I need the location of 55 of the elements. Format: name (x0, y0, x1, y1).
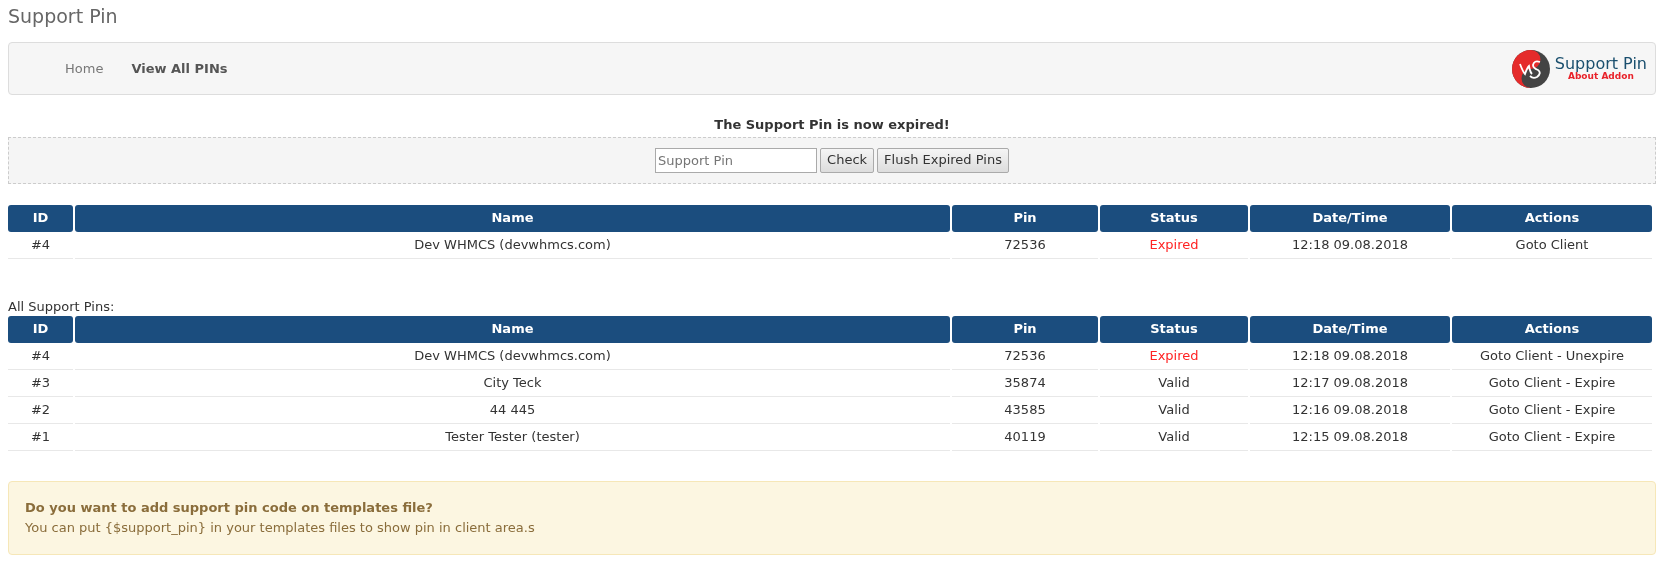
actions-cell[interactable]: Goto Client - Expire (1452, 369, 1652, 397)
column-header: ID (8, 315, 73, 343)
column-header: Name (75, 204, 950, 232)
name-cell: Tester Tester (tester) (75, 423, 950, 451)
pin-cell: 72536 (952, 231, 1098, 259)
name-cell: 44 445 (75, 396, 950, 424)
pin-cell: 40119 (952, 423, 1098, 451)
datetime-cell: 12:18 09.08.2018 (1250, 342, 1450, 370)
column-header: Pin (952, 315, 1098, 343)
id-cell: #4 (8, 342, 73, 370)
logo-icon (1510, 48, 1551, 89)
datetime-cell: 12:18 09.08.2018 (1250, 231, 1450, 259)
column-header: Name (75, 315, 950, 343)
nav-link[interactable]: View All PINs (117, 58, 242, 79)
status-cell: Valid (1100, 369, 1248, 397)
column-header: Date/Time (1250, 315, 1450, 343)
actions-cell[interactable]: Goto Client - Unexpire (1452, 342, 1652, 370)
pin-cell: 72536 (952, 342, 1098, 370)
check-button[interactable]: Check (820, 147, 875, 173)
nav-link[interactable]: Home (51, 58, 118, 79)
column-header: Pin (952, 204, 1098, 232)
status-cell: Expired (1100, 342, 1248, 370)
actions-cell[interactable]: Goto Client (1452, 231, 1652, 259)
actions-cell[interactable]: Goto Client - Expire (1452, 423, 1652, 451)
logo-title: Support Pin (1554, 56, 1647, 72)
about-link[interactable]: About Addon (1554, 72, 1647, 81)
pin-cell: 43585 (952, 396, 1098, 424)
notice-title: Do you want to add support pin code on templates file? (25, 499, 433, 515)
id-cell: #1 (8, 423, 73, 451)
datetime-cell: 12:17 09.08.2018 (1250, 369, 1450, 397)
id-cell: #2 (8, 396, 73, 424)
column-header: Date/Time (1250, 204, 1450, 232)
column-header: ID (8, 204, 73, 232)
name-cell: Dev WHMCS (devwhmcs.com) (75, 342, 950, 370)
column-header: Actions (1452, 204, 1652, 232)
id-cell: #3 (8, 369, 73, 397)
column-header: Status (1100, 204, 1248, 232)
pin-cell: 35874 (952, 369, 1098, 397)
pin-input[interactable]: Support Pin (655, 147, 818, 173)
datetime-cell: 12:16 09.08.2018 (1250, 396, 1450, 424)
status-cell: Valid (1100, 423, 1248, 451)
notice-text: You can put {$support_pin} in your templates files to show pin in client area.s (25, 519, 535, 535)
section-heading: All Support Pins: (8, 298, 115, 314)
page-title: Support Pin (8, 5, 118, 27)
column-header: Actions (1452, 315, 1652, 343)
name-cell: City Teck (75, 369, 950, 397)
name-cell: Dev WHMCS (devwhmcs.com) (75, 231, 950, 259)
flush-button[interactable]: Flush Expired Pins (877, 147, 1009, 173)
status-message: The Support Pin is now expired! (714, 117, 950, 132)
id-cell: #4 (8, 231, 73, 259)
status-cell: Expired (1100, 231, 1248, 259)
actions-cell[interactable]: Goto Client - Expire (1452, 396, 1652, 424)
datetime-cell: 12:15 09.08.2018 (1250, 423, 1450, 451)
column-header: Status (1100, 315, 1248, 343)
status-cell: Valid (1100, 396, 1248, 424)
